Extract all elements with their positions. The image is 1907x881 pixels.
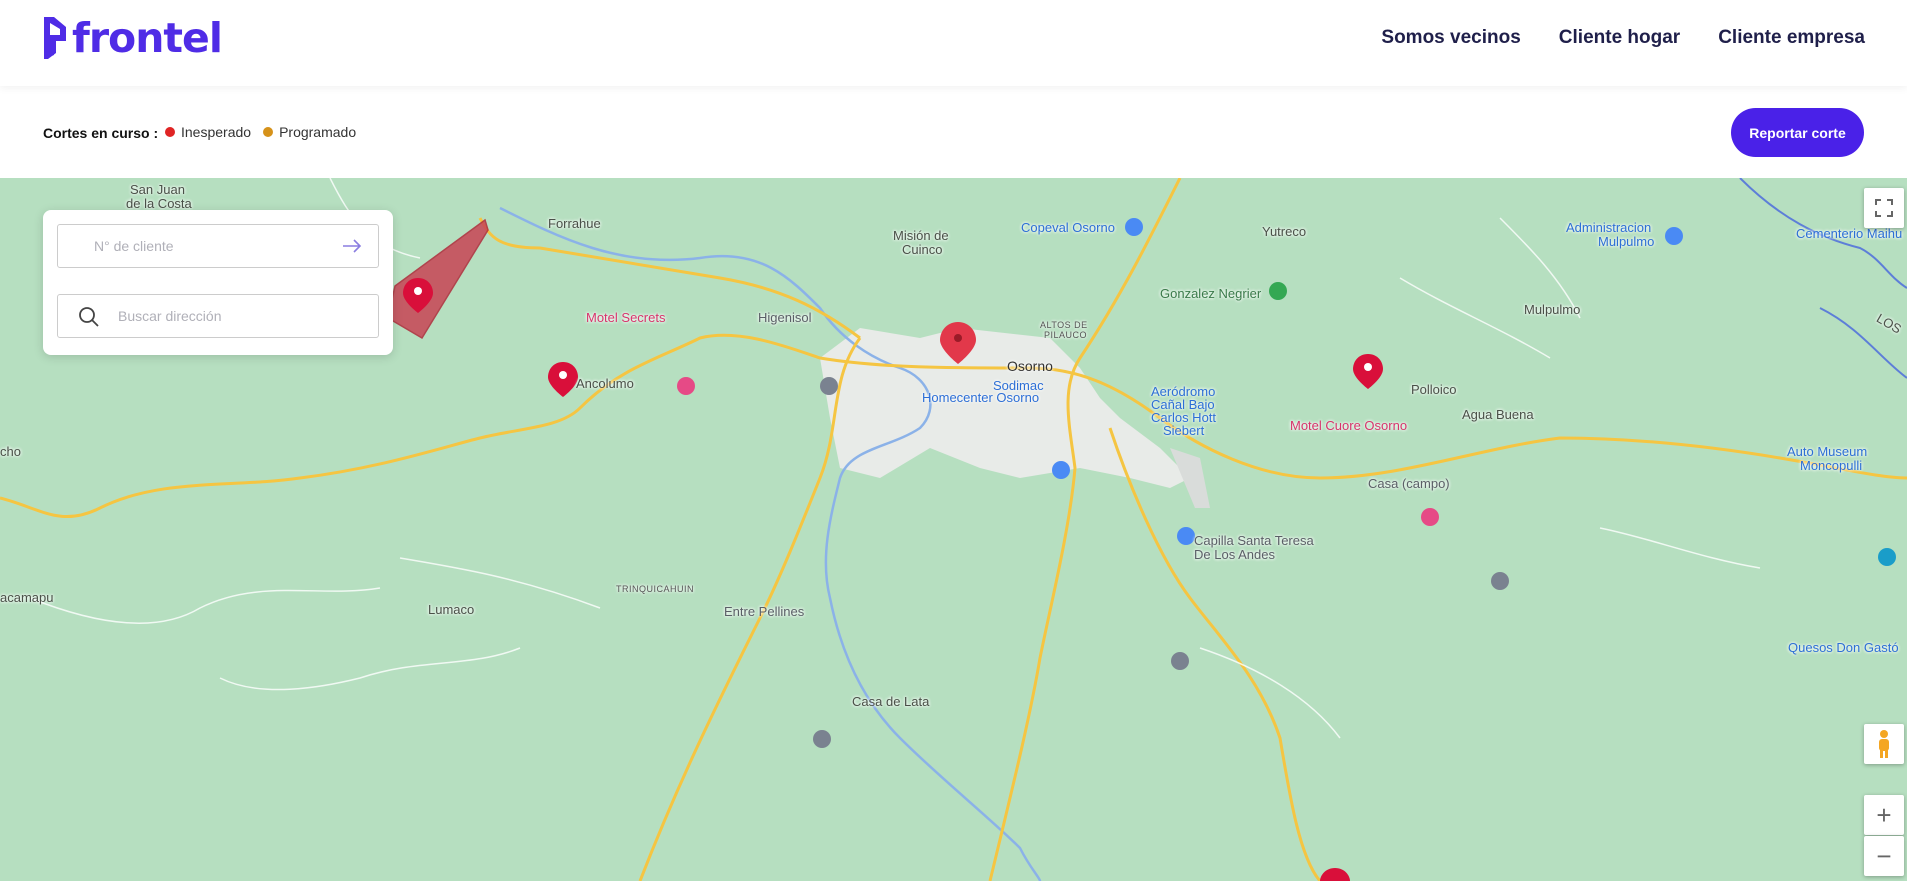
map-label-motel-secrets[interactable]: Motel Secrets <box>586 310 665 325</box>
nav-cliente-empresa[interactable]: Cliente empresa <box>1718 27 1865 49</box>
map-label-aero-4[interactable]: Siebert <box>1163 423 1204 438</box>
map-label-capilla-2[interactable]: De Los Andes <box>1194 547 1275 562</box>
map-label-motel-cuore[interactable]: Motel Cuore Osorno <box>1290 418 1407 433</box>
legend-unexpected-label: Inesperado <box>181 124 252 140</box>
fullscreen-button[interactable] <box>1864 188 1904 228</box>
map-label-entre-pellines[interactable]: Entre Pellines <box>724 604 804 619</box>
client-number-input[interactable] <box>58 225 318 267</box>
map-label-higenisol[interactable]: Higenisol <box>758 310 811 325</box>
search-panel <box>43 210 393 355</box>
address-search-input[interactable] <box>106 295 376 337</box>
map-label-trinquicahuin: TRINQUICAHUIN <box>616 584 694 594</box>
map-label-copeval[interactable]: Copeval Osorno <box>1021 220 1115 235</box>
map-label-cho: cho <box>0 444 21 459</box>
client-number-field <box>57 224 379 268</box>
map-label-ancolumo: Ancolumo <box>576 376 634 391</box>
map-label-de-la-costa: de la Costa <box>126 196 192 211</box>
map-label-mulpulmo: Mulpulmo <box>1524 302 1581 317</box>
map-label-polloico: Polloico <box>1411 382 1457 397</box>
zoom-in-button[interactable]: + <box>1864 795 1904 835</box>
map-label-admin-1[interactable]: Administracion <box>1566 220 1651 235</box>
scheduled-dot-icon <box>263 127 274 137</box>
legend-scheduled-label: Programado <box>279 124 357 140</box>
map-label-yutreco: Yutreco <box>1262 224 1307 239</box>
map-label-altos-2: PILAUCO <box>1044 330 1088 340</box>
site-header: frontel Somos vecinos Cliente hogar Clie… <box>0 0 1907 86</box>
frontel-logo[interactable]: frontel <box>42 14 223 62</box>
report-outage-button[interactable]: Reportar corte <box>1731 108 1864 157</box>
map-label-osorno: Osorno <box>1007 358 1053 374</box>
map-label-auto-museum-2[interactable]: Moncopulli <box>1800 458 1862 473</box>
main-nav: Somos vecinos Cliente hogar Cliente empr… <box>1381 27 1865 49</box>
street-view-button[interactable] <box>1864 724 1904 764</box>
map-label-mision: Misión de <box>893 228 949 243</box>
map-label-casa-de-lata: Casa de Lata <box>852 694 930 709</box>
legend-unexpected: Inesperado <box>165 124 251 140</box>
map-label-san-juan: San Juan <box>130 182 185 197</box>
map-label-forrahue: Forrahue <box>548 216 601 231</box>
map-label-acamapu: acamapu <box>0 590 54 605</box>
map-label-agua-buena: Agua Buena <box>1462 407 1534 422</box>
map-label-capilla-1[interactable]: Capilla Santa Teresa <box>1194 533 1314 548</box>
unexpected-dot-icon <box>165 127 175 137</box>
logo-text: frontel <box>72 14 223 62</box>
frontel-logo-icon <box>44 17 66 59</box>
map-label-admin-2[interactable]: Mulpulmo <box>1598 234 1654 249</box>
arrow-right-icon[interactable] <box>340 235 364 257</box>
map-label-sodimac-2[interactable]: Homecenter Osorno <box>922 390 1039 405</box>
nav-cliente-hogar[interactable]: Cliente hogar <box>1559 27 1680 49</box>
outage-legend: Inesperado Programado <box>165 124 356 140</box>
map-label-auto-museum-1[interactable]: Auto Museum <box>1787 444 1867 459</box>
pegman-icon <box>1879 730 1889 758</box>
address-field <box>57 294 379 338</box>
fullscreen-icon <box>1875 199 1893 217</box>
map-label-altos-1: ALTOS DE <box>1040 320 1088 330</box>
outages-label: Cortes en curso : <box>43 125 159 141</box>
search-icon <box>79 307 99 327</box>
nav-somos-vecinos[interactable]: Somos vecinos <box>1381 27 1520 49</box>
map-label-quesos[interactable]: Quesos Don Gastó <box>1788 640 1899 655</box>
map-label-cuinco: Cuinco <box>902 242 943 257</box>
map-label-casa-campo[interactable]: Casa (campo) <box>1368 476 1450 491</box>
map-label-gonzalez[interactable]: Gonzalez Negrier <box>1160 286 1261 301</box>
map-label-cementerio[interactable]: Cementerio Maihu <box>1796 226 1902 241</box>
legend-scheduled: Programado <box>263 124 356 140</box>
zoom-out-button[interactable]: − <box>1864 836 1904 876</box>
map-label-lumaco: Lumaco <box>428 602 475 617</box>
